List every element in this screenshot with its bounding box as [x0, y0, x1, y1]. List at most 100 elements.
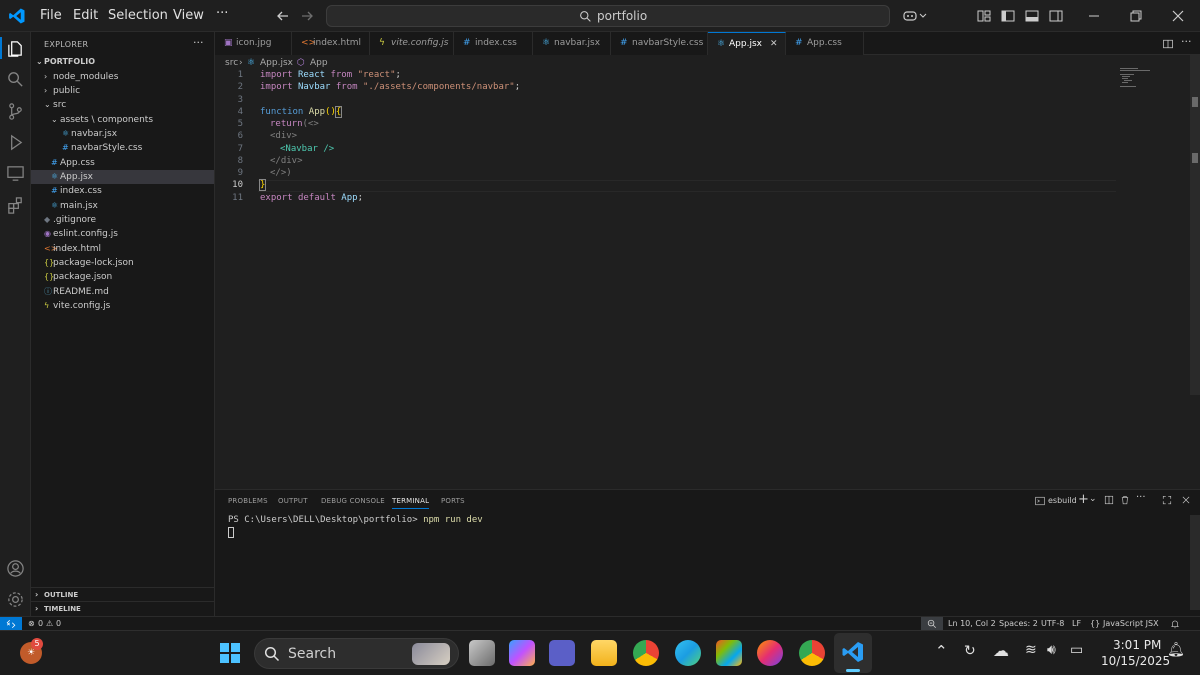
tree-item-app-jsx[interactable]: ⚛ App.jsx	[31, 170, 214, 184]
code-editor[interactable]: src › ⚛ App.jsx › ⬡ App 1 2 3 4 5 6 7 8 9 10 11 im…	[215, 55, 1200, 489]
cursor-position[interactable]: Ln 10, Col 2	[948, 619, 996, 628]
vscode-taskbar-active[interactable]	[834, 633, 872, 673]
teams-icon[interactable]	[549, 640, 575, 666]
onedrive-icon[interactable]: ☁	[993, 641, 1009, 660]
new-terminal-icon[interactable]: +	[1078, 492, 1089, 507]
language-mode[interactable]: JavaScript JSX	[1103, 619, 1159, 628]
toggle-primary-sidebar-icon[interactable]	[1000, 8, 1016, 24]
task-view-icon[interactable]	[469, 640, 495, 666]
tab-vite-config[interactable]: ϟ vite.config.js	[370, 32, 454, 55]
chrome-profile-icon[interactable]	[799, 640, 825, 666]
menu-selection[interactable]: Selection	[108, 8, 168, 23]
back-arrow-icon[interactable]	[275, 8, 291, 24]
forward-arrow-icon[interactable]	[299, 8, 315, 24]
scrollbar-thumb[interactable]	[1192, 97, 1198, 107]
outline-section[interactable]: › OUTLINE	[31, 587, 214, 601]
wifi-icon[interactable]: ≋	[1025, 642, 1037, 658]
vscode-logo-icon[interactable]	[8, 7, 26, 25]
battery-icon[interactable]: ▭	[1070, 642, 1083, 658]
source-control-icon[interactable]	[6, 102, 25, 121]
zoom-indicator[interactable]	[921, 617, 943, 631]
explorer-more-button[interactable]: ···	[193, 36, 204, 49]
copilot-app-icon[interactable]	[509, 640, 535, 666]
chevron-down-icon[interactable]: ⌄	[1089, 494, 1097, 504]
tree-item-vite-config[interactable]: ϟ vite.config.js	[31, 299, 214, 313]
extensions-icon[interactable]	[6, 196, 25, 215]
show-hidden-icons[interactable]: ⌃	[935, 642, 948, 660]
volume-icon[interactable]: 🔊︎	[1047, 642, 1056, 658]
restore-icon[interactable]	[1128, 8, 1144, 24]
tree-item-components[interactable]: ⌄ assets \ components	[31, 113, 214, 127]
tree-item-node-modules[interactable]: › node_modules	[31, 70, 214, 84]
menu-more[interactable]: ···	[216, 6, 228, 21]
tree-item-gitignore[interactable]: ◆ .gitignore	[31, 213, 214, 227]
edge-icon[interactable]	[675, 640, 701, 666]
tree-item-index-css[interactable]: # index.css	[31, 184, 214, 198]
terminal-name[interactable]: esbuild	[1048, 496, 1077, 505]
taskbar-search[interactable]: Search	[254, 638, 459, 669]
close-panel-icon[interactable]	[1181, 495, 1191, 505]
split-editor-icon[interactable]	[1162, 38, 1174, 50]
copilot-icon[interactable]	[902, 8, 918, 24]
panel-tab-output[interactable]: OUTPUT	[278, 497, 308, 505]
breadcrumb-symbol[interactable]: App	[310, 58, 328, 68]
toggle-panel-icon[interactable]	[1024, 8, 1040, 24]
menu-view[interactable]: View	[173, 8, 204, 23]
settings-gear-icon[interactable]	[6, 590, 25, 609]
sync-app-icon[interactable]: ↻	[964, 643, 976, 659]
minimap[interactable]	[1120, 68, 1160, 88]
panel-tab-debug-console[interactable]: DEBUG CONSOLE	[321, 497, 385, 505]
clock-time[interactable]: 3:01 PM	[1113, 638, 1161, 652]
tree-item-package-lock[interactable]: {} package-lock.json	[31, 256, 214, 270]
error-count[interactable]: 0	[38, 619, 43, 628]
workspace-root[interactable]: ⌄ PORTFOLIO	[31, 55, 214, 69]
accounts-icon[interactable]	[6, 559, 25, 578]
chevron-down-icon[interactable]	[919, 8, 927, 24]
close-window-icon[interactable]	[1170, 8, 1186, 24]
customize-layout-icon[interactable]	[976, 8, 992, 24]
trash-icon[interactable]	[1120, 495, 1130, 505]
clock-date[interactable]: 10/15/2025	[1101, 654, 1170, 668]
panel-tab-problems[interactable]: PROBLEMS	[228, 497, 268, 505]
file-explorer-icon[interactable]	[591, 640, 617, 666]
menu-file[interactable]: File	[40, 8, 62, 23]
tab-app-css[interactable]: # App.css	[786, 32, 864, 55]
terminal-scrollbar[interactable]	[1190, 515, 1200, 610]
maximize-panel-icon[interactable]	[1162, 495, 1172, 505]
menu-edit[interactable]: Edit	[73, 8, 98, 23]
remote-indicator[interactable]	[0, 617, 22, 631]
encoding[interactable]: UTF-8	[1041, 619, 1064, 628]
indentation[interactable]: Spaces: 2	[999, 619, 1038, 628]
microsoft-store-icon[interactable]	[716, 640, 742, 666]
notification-center-icon[interactable]: 🔔︎	[1167, 642, 1185, 658]
tree-item-navbarstyle-css[interactable]: # navbarStyle.css	[31, 141, 214, 155]
editor-more-button[interactable]: ···	[1181, 35, 1192, 48]
tree-item-package-json[interactable]: {} package.json	[31, 270, 214, 284]
windows-start-icon[interactable]	[219, 642, 241, 664]
tab-navbarstyle-css[interactable]: # navbarStyle.css	[611, 32, 708, 55]
breadcrumb-folder[interactable]: src	[225, 58, 238, 68]
firefox-icon[interactable]	[757, 640, 783, 666]
line-ending[interactable]: LF	[1072, 619, 1081, 628]
tree-item-public[interactable]: › public	[31, 84, 214, 98]
close-tab-icon[interactable]: ✕	[770, 33, 778, 56]
tree-item-src[interactable]: ⌄ src	[31, 98, 214, 112]
tree-item-main-jsx[interactable]: ⚛ main.jsx	[31, 199, 214, 213]
panel-more-button[interactable]: ···	[1136, 492, 1146, 503]
tree-item-index-html[interactable]: <> index.html	[31, 242, 214, 256]
panel-tab-ports[interactable]: PORTS	[441, 497, 465, 505]
toggle-secondary-sidebar-icon[interactable]	[1048, 8, 1064, 24]
tab-index-css[interactable]: # index.css	[454, 32, 533, 55]
tree-item-navbar-jsx[interactable]: ⚛ navbar.jsx	[31, 127, 214, 141]
run-debug-icon[interactable]	[6, 133, 25, 152]
split-terminal-icon[interactable]	[1104, 495, 1114, 505]
remote-explorer-icon[interactable]	[6, 164, 25, 183]
explorer-icon[interactable]	[6, 39, 25, 58]
error-icon[interactable]: ⊗	[28, 619, 35, 628]
panel-tab-terminal[interactable]: TERMINAL	[392, 497, 430, 509]
chrome-icon[interactable]	[633, 640, 659, 666]
tab-app-jsx[interactable]: ⚛ App.jsx ✕	[708, 32, 786, 55]
tab-index-html[interactable]: <> index.html	[292, 32, 370, 55]
terminal-output[interactable]: PS C:\Users\DELL\Desktop\portfolio> npm …	[228, 515, 483, 525]
search-icon[interactable]	[6, 70, 25, 89]
